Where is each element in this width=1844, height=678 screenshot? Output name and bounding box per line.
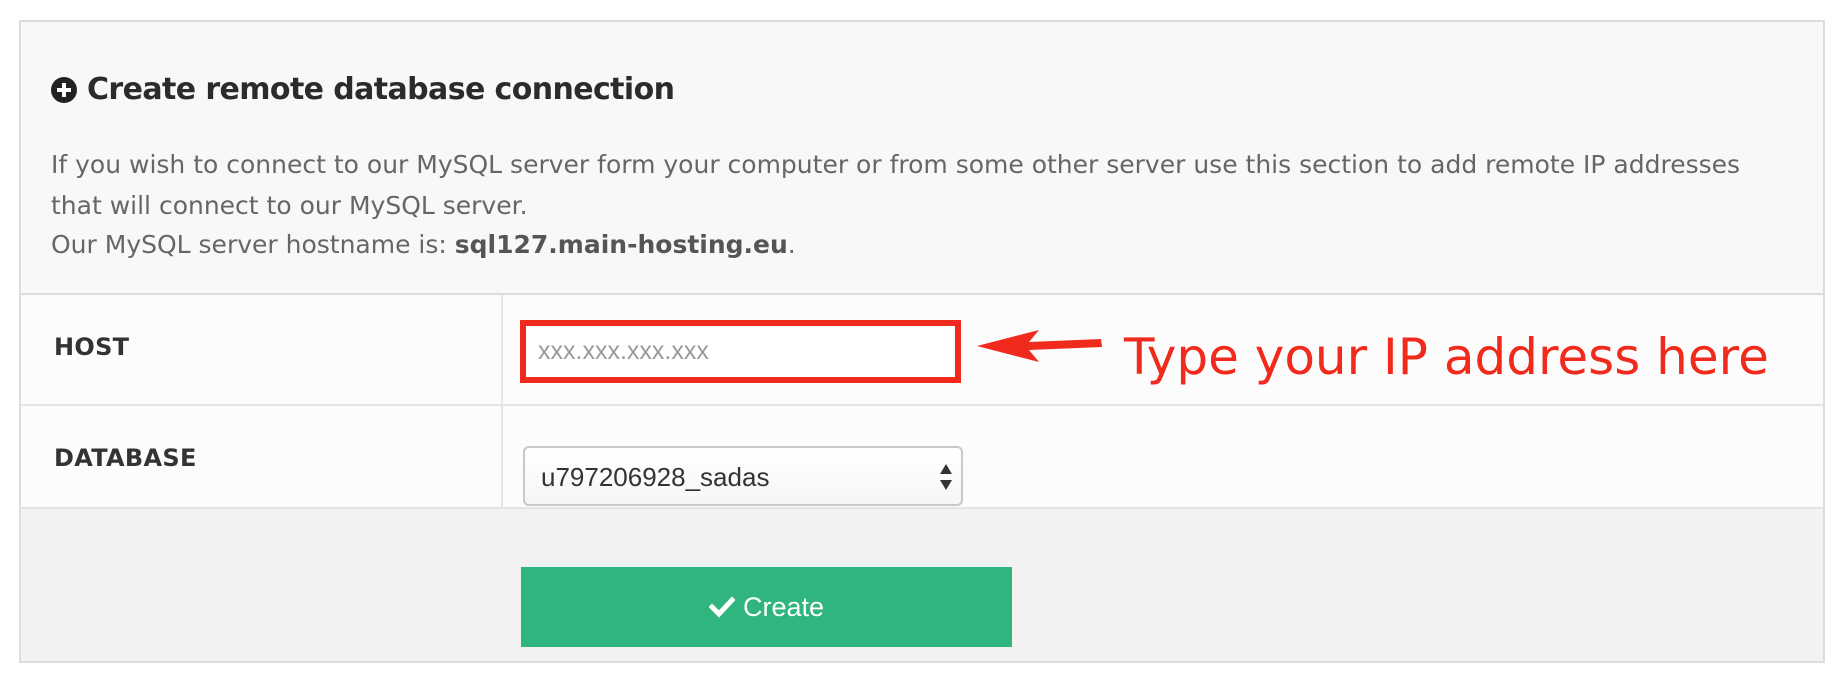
row-divider [501,295,503,404]
database-row: DATABASE u797206928_sadas [21,406,1823,509]
remote-db-panel: Create remote database connection If you… [19,20,1825,663]
hostname-line: Our MySQL server hostname is: sql127.mai… [51,230,796,259]
panel-title-row: Create remote database connection [51,72,675,107]
host-input[interactable] [526,326,955,377]
annotation-text: Type your IP address here [1124,328,1769,386]
row-divider [501,406,503,507]
host-label: HOST [54,333,130,361]
create-button-label: Create [742,591,825,622]
hostname-prefix: Our MySQL server hostname is: [51,230,455,259]
select-arrows-icon [940,464,952,490]
plus-circle-icon [51,76,77,103]
database-select-value: u797206928_sadas [541,462,770,492]
annotation-arrow-icon [977,330,1102,362]
form-footer: Create [21,509,1823,661]
panel-title: Create remote database connection [87,72,675,107]
create-button[interactable]: Create [521,567,1012,647]
hostname-value: sql127.main-hosting.eu [454,230,788,259]
panel-header: Create remote database connection If you… [21,22,1823,295]
database-label: DATABASE [54,444,197,472]
hostname-suffix: . [787,230,796,259]
check-icon [708,596,735,618]
host-row: HOST Type your IP address here [21,295,1823,406]
database-select[interactable]: u797206928_sadas [523,446,963,506]
host-input-highlight [520,320,961,383]
panel-description: If you wish to connect to our MySQL serv… [51,150,1741,220]
